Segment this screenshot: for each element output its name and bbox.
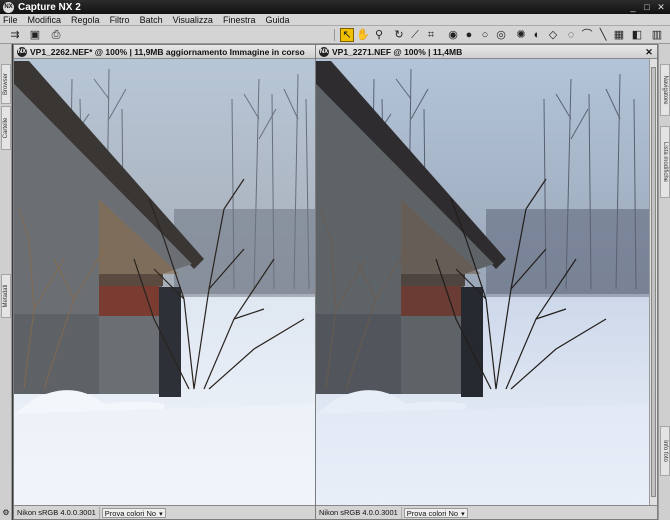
tab-info-foto[interactable]: Info foto bbox=[660, 426, 670, 476]
chevron-down-icon: ▾ bbox=[159, 510, 163, 518]
document-title: VP1_2262.NEF* @ 100% | 11,9MB aggiorname… bbox=[30, 46, 305, 57]
tab-browser[interactable]: Browser bbox=[1, 64, 11, 104]
selection-brush-icon[interactable]: ◌ bbox=[564, 28, 578, 42]
minimize-icon[interactable]: _ bbox=[627, 2, 639, 13]
print-icon[interactable]: ⎙ bbox=[46, 28, 66, 42]
tab-navigatore-label: Navigatore bbox=[662, 75, 668, 105]
window-controls: _ □ ✕ bbox=[627, 2, 670, 13]
tab-metadati[interactable]: Metadati bbox=[1, 274, 11, 318]
zoom-icon[interactable]: ⚲ bbox=[372, 28, 386, 42]
menu-finestra[interactable]: Finestra bbox=[219, 15, 262, 25]
vertical-scrollbar[interactable] bbox=[649, 59, 657, 505]
crop-icon[interactable]: ⌗ bbox=[424, 28, 438, 42]
nef-file-icon: NX bbox=[319, 46, 329, 57]
chevron-down-icon: ▾ bbox=[461, 510, 465, 518]
tab-info-foto-label: Info foto bbox=[662, 440, 668, 462]
document-window-2[interactable]: NX VP1_2271.NEF @ 100% | 11,4MB ✕ Nikon … bbox=[315, 44, 658, 520]
white-control-point-icon[interactable]: ○ bbox=[478, 28, 492, 42]
menu-modifica[interactable]: Modifica bbox=[24, 15, 68, 25]
workspace-switch-icon[interactable]: ⇉ bbox=[6, 28, 24, 42]
fill-icon[interactable]: ⌒ bbox=[580, 28, 594, 42]
document-window-1[interactable]: NX VP1_2262.NEF* @ 100% | 11,9MB aggiorn… bbox=[13, 44, 316, 520]
color-control-point-icon[interactable]: ◉ bbox=[446, 28, 460, 42]
lasso-icon[interactable]: ◇ bbox=[546, 28, 560, 42]
tab-navigatore[interactable]: Navigatore bbox=[660, 64, 670, 116]
app-logo-icon: NX bbox=[3, 1, 14, 13]
color-profile-label: Nikon sRGB 4.0.0.3001 bbox=[316, 506, 402, 519]
maximize-icon[interactable]: □ bbox=[641, 2, 653, 13]
document-titlebar: NX VP1_2262.NEF* @ 100% | 11,9MB aggiorn… bbox=[14, 45, 315, 59]
photo-barn-winter bbox=[316, 59, 649, 505]
black-control-point-icon[interactable]: ● bbox=[462, 28, 476, 42]
tab-cartelle-label: Cartelle bbox=[3, 117, 9, 139]
eye-icon[interactable]: ◐ bbox=[530, 28, 544, 42]
toolbar: ⇉ ▣ ⎙ ↖ ✋ ⚲ ↻ ⟋ ⌗ ◉ ● ○ ◎ ✺ ◐ ◇ ◌ ⌒ ╲ ▦ … bbox=[0, 26, 670, 44]
photo-barn-winter bbox=[14, 59, 315, 505]
softproof-select-value: Prova colori No bbox=[406, 508, 459, 518]
document-title: VP1_2271.NEF @ 100% | 11,4MB bbox=[332, 46, 463, 57]
color-profile-label: Nikon sRGB 4.0.0.3001 bbox=[14, 506, 100, 519]
left-side-panel: Browser Cartelle Metadati ⚙ bbox=[0, 44, 12, 520]
menu-visualizza[interactable]: Visualizza bbox=[169, 15, 219, 25]
menu-file[interactable]: File bbox=[0, 15, 24, 25]
tab-lista-modifiche-label: Lista modifiche bbox=[662, 141, 668, 183]
tab-metadati-label: Metadati bbox=[3, 284, 9, 308]
red-eye-tool-icon[interactable]: ✺ bbox=[514, 28, 528, 42]
app-title: Capture NX 2 bbox=[18, 1, 81, 13]
menu-guida[interactable]: Guida bbox=[261, 15, 295, 25]
image-canvas[interactable] bbox=[316, 59, 649, 505]
menu-batch[interactable]: Batch bbox=[136, 15, 169, 25]
panel-settings-icon[interactable]: ⚙ bbox=[1, 508, 11, 518]
close-icon[interactable]: ✕ bbox=[655, 2, 667, 13]
menu-filtro[interactable]: Filtro bbox=[106, 15, 136, 25]
softproof-select-value: Prova colori No bbox=[104, 508, 157, 518]
tab-lista-modifiche[interactable]: Lista modifiche bbox=[660, 126, 670, 198]
graduated-filter-icon[interactable]: ◧ bbox=[630, 28, 644, 42]
rotate-icon[interactable]: ↻ bbox=[392, 28, 406, 42]
hand-icon[interactable]: ✋ bbox=[356, 28, 370, 42]
menu-regola[interactable]: Regola bbox=[67, 15, 106, 25]
image-canvas[interactable] bbox=[14, 59, 315, 505]
toolbar-separator bbox=[334, 29, 335, 41]
document-statusbar: Nikon sRGB 4.0.0.3001 Prova colori No ▾ bbox=[316, 505, 657, 519]
save-icon[interactable]: ▣ bbox=[28, 28, 42, 42]
menu-bar: File Modifica Regola Filtro Batch Visual… bbox=[0, 14, 670, 26]
straighten-icon[interactable]: ⟋ bbox=[408, 28, 422, 42]
neutral-control-point-icon[interactable]: ◎ bbox=[494, 28, 508, 42]
document-statusbar: Nikon sRGB 4.0.0.3001 Prova colori No ▾ bbox=[14, 505, 315, 519]
app-titlebar: NX Capture NX 2 _ □ ✕ bbox=[0, 0, 670, 14]
graduated-icon[interactable]: ▦ bbox=[612, 28, 626, 42]
scrollbar-thumb[interactable] bbox=[651, 67, 656, 497]
nef-file-icon: NX bbox=[17, 46, 27, 57]
tab-browser-label: Browser bbox=[3, 72, 9, 96]
direct-select-icon[interactable]: ↖ bbox=[340, 28, 354, 42]
softproof-select[interactable]: Prova colori No ▾ bbox=[403, 507, 468, 518]
gradient-icon[interactable]: ╲ bbox=[596, 28, 610, 42]
softproof-select[interactable]: Prova colori No ▾ bbox=[101, 507, 166, 518]
panel-toggle-icon[interactable]: ▥ bbox=[650, 28, 664, 42]
document-titlebar: NX VP1_2271.NEF @ 100% | 11,4MB ✕ bbox=[316, 45, 657, 59]
right-side-panel: Navigatore Lista modifiche Info foto bbox=[658, 44, 670, 520]
close-document-icon[interactable]: ✕ bbox=[644, 47, 654, 57]
tab-cartelle[interactable]: Cartelle bbox=[1, 106, 11, 150]
